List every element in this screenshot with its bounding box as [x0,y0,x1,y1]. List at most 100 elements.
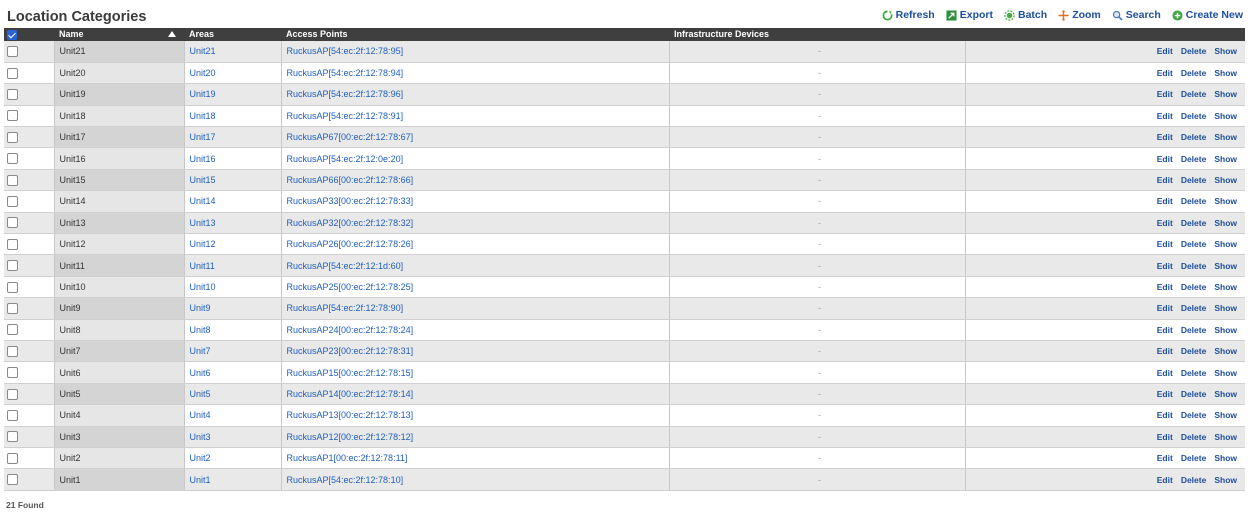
row-checkbox[interactable] [7,431,18,443]
row-checkbox[interactable] [7,388,18,400]
area-link[interactable]: Unit5 [190,389,211,399]
area-link[interactable]: Unit15 [190,175,216,185]
delete-link[interactable]: Delete [1181,68,1207,78]
edit-link[interactable]: Edit [1157,453,1173,463]
delete-link[interactable]: Delete [1181,368,1207,378]
delete-link[interactable]: Delete [1181,282,1207,292]
delete-link[interactable]: Delete [1181,46,1207,56]
edit-link[interactable]: Edit [1157,196,1173,206]
area-link[interactable]: Unit3 [190,432,211,442]
show-link[interactable]: Show [1214,239,1237,249]
edit-link[interactable]: Edit [1157,218,1173,228]
row-checkbox[interactable] [7,195,18,207]
delete-link[interactable]: Delete [1181,261,1207,271]
row-checkbox[interactable] [7,238,18,250]
edit-link[interactable]: Edit [1157,410,1173,420]
delete-link[interactable]: Delete [1181,432,1207,442]
edit-link[interactable]: Edit [1157,325,1173,335]
row-checkbox[interactable] [7,474,18,486]
access-point-link[interactable]: RuckusAP67[00:ec:2f:12:78:67] [287,132,414,142]
row-checkbox[interactable] [7,409,18,421]
area-link[interactable]: Unit10 [190,282,216,292]
access-point-link[interactable]: RuckusAP26[00:ec:2f:12:78:26] [287,239,414,249]
refresh-button[interactable]: Refresh [882,9,935,21]
edit-link[interactable]: Edit [1157,154,1173,164]
area-link[interactable]: Unit14 [190,196,216,206]
edit-link[interactable]: Edit [1157,175,1173,185]
show-link[interactable]: Show [1214,453,1237,463]
edit-link[interactable]: Edit [1157,389,1173,399]
area-link[interactable]: Unit20 [190,68,216,78]
access-point-link[interactable]: RuckusAP23[00:ec:2f:12:78:31] [287,346,414,356]
column-header-areas[interactable]: Areas [184,28,281,41]
delete-link[interactable]: Delete [1181,196,1207,206]
create-new-button[interactable]: Create New [1172,9,1243,21]
row-checkbox[interactable] [7,174,18,186]
show-link[interactable]: Show [1214,111,1237,121]
show-link[interactable]: Show [1214,346,1237,356]
area-link[interactable]: Unit19 [190,89,216,99]
edit-link[interactable]: Edit [1157,68,1173,78]
column-header-access-points[interactable]: Access Points [281,28,669,41]
column-header-infrastructure-devices[interactable]: Infrastructure Devices [669,28,965,41]
access-point-link[interactable]: RuckusAP66[00:ec:2f:12:78:66] [287,175,414,185]
row-checkbox[interactable] [7,67,18,79]
area-link[interactable]: Unit8 [190,325,211,335]
row-checkbox[interactable] [7,89,18,101]
row-checkbox[interactable] [7,302,18,314]
delete-link[interactable]: Delete [1181,389,1207,399]
show-link[interactable]: Show [1214,218,1237,228]
access-point-link[interactable]: RuckusAP12[00:ec:2f:12:78:12] [287,432,414,442]
area-link[interactable]: Unit4 [190,410,211,420]
delete-link[interactable]: Delete [1181,475,1207,485]
delete-link[interactable]: Delete [1181,218,1207,228]
edit-link[interactable]: Edit [1157,475,1173,485]
show-link[interactable]: Show [1214,432,1237,442]
area-link[interactable]: Unit9 [190,303,211,313]
row-checkbox[interactable] [7,367,18,379]
access-point-link[interactable]: RuckusAP1[00:ec:2f:12:78:11] [287,453,408,463]
edit-link[interactable]: Edit [1157,239,1173,249]
area-link[interactable]: Unit16 [190,154,216,164]
row-checkbox[interactable] [7,281,18,293]
access-point-link[interactable]: RuckusAP13[00:ec:2f:12:78:13] [287,410,414,420]
show-link[interactable]: Show [1214,154,1237,164]
area-link[interactable]: Unit2 [190,453,211,463]
edit-link[interactable]: Edit [1157,111,1173,121]
delete-link[interactable]: Delete [1181,154,1207,164]
access-point-link[interactable]: RuckusAP[54:ec:2f:12:78:10] [287,475,404,485]
show-link[interactable]: Show [1214,68,1237,78]
show-link[interactable]: Show [1214,46,1237,56]
search-button[interactable]: Search [1112,9,1161,21]
access-point-link[interactable]: RuckusAP32[00:ec:2f:12:78:32] [287,218,414,228]
row-checkbox[interactable] [7,131,18,143]
access-point-link[interactable]: RuckusAP[54:ec:2f:12:1d:60] [287,261,404,271]
access-point-link[interactable]: RuckusAP[54:ec:2f:12:78:95] [287,46,404,56]
show-link[interactable]: Show [1214,303,1237,313]
edit-link[interactable]: Edit [1157,303,1173,313]
delete-link[interactable]: Delete [1181,453,1207,463]
show-link[interactable]: Show [1214,325,1237,335]
edit-link[interactable]: Edit [1157,89,1173,99]
area-link[interactable]: Unit11 [190,261,215,271]
show-link[interactable]: Show [1214,389,1237,399]
delete-link[interactable]: Delete [1181,346,1207,356]
show-link[interactable]: Show [1214,89,1237,99]
show-link[interactable]: Show [1214,175,1237,185]
row-checkbox[interactable] [7,324,18,336]
delete-link[interactable]: Delete [1181,132,1207,142]
access-point-link[interactable]: RuckusAP[54:ec:2f:12:78:96] [287,89,404,99]
row-checkbox[interactable] [7,153,18,165]
access-point-link[interactable]: RuckusAP14[00:ec:2f:12:78:14] [287,389,414,399]
access-point-link[interactable]: RuckusAP33[00:ec:2f:12:78:33] [287,196,414,206]
show-link[interactable]: Show [1214,261,1237,271]
edit-link[interactable]: Edit [1157,282,1173,292]
show-link[interactable]: Show [1214,475,1237,485]
row-checkbox[interactable] [7,260,18,272]
area-link[interactable]: Unit6 [190,368,211,378]
row-checkbox[interactable] [7,217,18,229]
delete-link[interactable]: Delete [1181,175,1207,185]
edit-link[interactable]: Edit [1157,132,1173,142]
delete-link[interactable]: Delete [1181,303,1207,313]
area-link[interactable]: Unit13 [190,218,216,228]
